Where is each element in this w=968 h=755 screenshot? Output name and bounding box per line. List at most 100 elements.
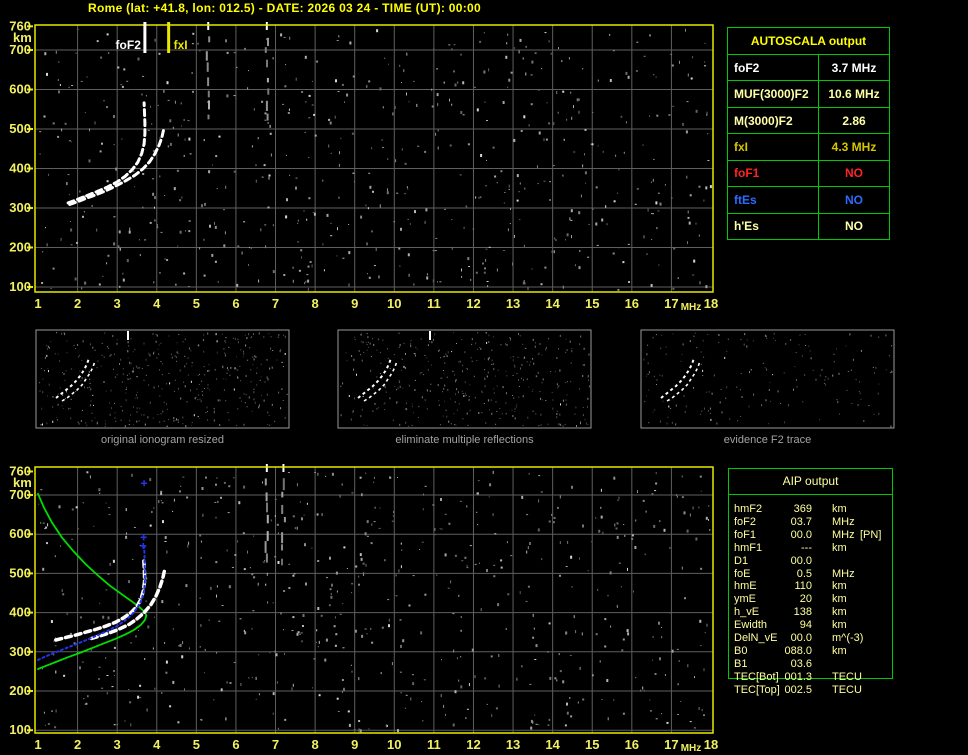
y-tick-label: 300 [9, 644, 31, 659]
x-tick-label: 11 [427, 296, 441, 311]
x-tick-label: 18 [704, 296, 718, 311]
processing-panel-0 [35, 329, 290, 429]
param-unit: m^(-3) [832, 632, 864, 644]
x-tick-label: 12 [466, 296, 480, 311]
x-tick-label: 13 [506, 737, 520, 752]
y-tick-label: 600 [9, 82, 31, 97]
param-unit: km [832, 503, 847, 515]
param-value: 088.0 [784, 644, 812, 657]
param-label: ftEs [728, 187, 819, 213]
param-value: 03.6 [790, 657, 812, 670]
y-tick-label: 600 [9, 526, 31, 541]
param-value: 03.7 [790, 515, 812, 528]
param-value: 2.86 [842, 113, 866, 128]
param-unit: TECU [832, 670, 862, 683]
processing-panel-2 [640, 329, 895, 429]
x-tick-label: 8 [311, 296, 318, 311]
fitted-trace [37, 545, 146, 661]
x-tick-label: 1 [34, 296, 41, 311]
param-value: --- [801, 541, 812, 554]
x-tick-label: 4 [153, 737, 161, 752]
autoscala-screen: Rome (lat: +41.8, lon: 012.5) - DATE: 20… [0, 0, 968, 755]
x-tick-label: 5 [193, 296, 200, 311]
param-value: 3.7 MHz [831, 60, 877, 75]
param-value: 94 [799, 619, 812, 632]
autoscala-table-header: AUTOSCALA output [728, 28, 889, 55]
table-row: Ewidth 94 km [729, 619, 892, 632]
x-tick-label: 10 [387, 296, 401, 311]
table-row: hmF1 --- km [729, 542, 892, 555]
table-row: foF2 3.7 MHz [728, 55, 889, 82]
param-value: 00.0 [790, 632, 812, 644]
o-mode-trace [66, 101, 147, 205]
param-value: 001.3 [784, 670, 812, 683]
table-row: B1 03.6 [729, 658, 892, 671]
x-mode-trace [68, 128, 165, 206]
param-unit: km [832, 541, 847, 554]
x-tick-label: 15 [585, 737, 599, 752]
param-label: B1 [734, 657, 748, 670]
table-row: foF1 00.0 MHz [PN] [729, 529, 892, 542]
param-value: NO [845, 219, 863, 234]
param-label: MUF(3000)F2 [728, 81, 819, 107]
aip-output-table: AIP output hmF2 369 km foF2 03.7 MHz foF1 00.0 M… [728, 468, 893, 696]
x-tick-label: 6 [232, 296, 239, 311]
x-tick-label: 12 [466, 737, 480, 752]
param-value: 138 [793, 606, 812, 619]
table-row: D1 00.0 [729, 555, 892, 568]
param-unit: MHz [832, 528, 855, 541]
table-row: fxI 4.3 MHz [728, 134, 889, 161]
x-tick-label: 1 [34, 737, 41, 752]
param-unit: MHz [832, 515, 855, 528]
foF2-marker-label: foF2 [116, 38, 142, 52]
param-value: 002.5 [784, 683, 812, 696]
y-axis-unit: km [13, 475, 32, 490]
table-row: h'Es NO [728, 213, 889, 240]
x-tick-label: 4 [153, 296, 161, 311]
o-mode-trace [54, 557, 147, 642]
x-tick-label: 11 [427, 737, 441, 752]
x-tick-label: 14 [545, 737, 560, 752]
caption-eliminate-reflections: eliminate multiple reflections [395, 434, 534, 446]
table-row: hmF2 369 km [729, 503, 892, 516]
caption-evidence-f2-trace: evidence F2 trace [723, 434, 812, 446]
table-row: h_vE 138 km [729, 606, 892, 619]
param-unit: km [832, 580, 847, 593]
table-row: B0 088.0 km [729, 645, 892, 658]
x-tick-label: 15 [585, 296, 599, 311]
x-axis-unit: MHz [681, 302, 702, 313]
table-row: foE 0.5 MHz [729, 568, 892, 581]
x-mode-trace [89, 569, 167, 641]
y-tick-label: 100 [9, 722, 31, 737]
x-tick-label: 9 [351, 737, 358, 752]
param-label: M(3000)F2 [728, 107, 819, 134]
y-tick-label: 200 [9, 240, 31, 255]
autoscala-output-table: AUTOSCALA output foF2 3.7 MHz MUF(3000)F2 1… [727, 27, 890, 240]
param-value: 00.0 [790, 528, 812, 541]
x-tick-label: 14 [545, 296, 560, 311]
ionogram-bottom: 760700600500400300200100km1 2 3 4 5 6 7 8 9 10 11 1… [9, 463, 718, 754]
table-row: foF2 03.7 MHz [729, 516, 892, 529]
x-tick-label: 17 [664, 737, 678, 752]
param-value: 369 [793, 503, 812, 515]
param-value: 110 [794, 580, 812, 593]
y-tick-label: 400 [9, 605, 31, 620]
param-label: D1 [734, 554, 749, 567]
param-unit: km [832, 606, 847, 619]
y-axis-unit: km [13, 30, 32, 45]
x-tick-label: 3 [114, 737, 121, 752]
table-row: MUF(3000)F2 10.6 MHz [728, 81, 889, 108]
y-tick-label: 200 [9, 683, 31, 698]
param-value: NO [845, 192, 863, 207]
x-axis-unit: MHz [681, 743, 702, 754]
param-unit: TECU [832, 683, 862, 696]
fxI-marker-label: fxI [174, 38, 188, 52]
param-value: 4.3 MHz [831, 140, 877, 155]
x-tick-label: 2 [74, 296, 81, 311]
x-tick-label: 17 [664, 296, 678, 311]
x-tick-label: 8 [311, 737, 318, 752]
x-tick-label: 16 [625, 296, 639, 311]
y-tick-label: 100 [9, 279, 31, 294]
x-tick-label: 9 [351, 296, 358, 311]
processing-panel-1 [337, 329, 592, 429]
